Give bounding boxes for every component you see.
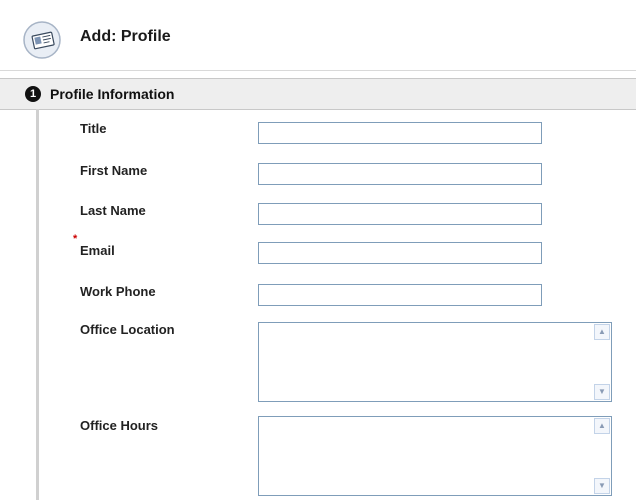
office-location-label: Office Location bbox=[80, 322, 175, 337]
profile-card-icon bbox=[23, 21, 61, 59]
page-header: Add: Profile bbox=[0, 0, 636, 71]
office-location-textarea[interactable] bbox=[258, 322, 612, 402]
title-label: Title bbox=[80, 121, 107, 136]
last-name-label: Last Name bbox=[80, 203, 146, 218]
email-label: Email bbox=[80, 243, 115, 258]
scroll-up-arrow-icon[interactable]: ▲ bbox=[594, 418, 610, 434]
first-name-input[interactable] bbox=[258, 163, 542, 185]
work-phone-label: Work Phone bbox=[80, 284, 156, 299]
page-title: Add: Profile bbox=[80, 28, 171, 45]
scroll-up-arrow-icon[interactable]: ▲ bbox=[594, 324, 610, 340]
office-hours-label: Office Hours bbox=[80, 418, 159, 433]
section-left-rail bbox=[36, 109, 39, 500]
required-marker: * bbox=[73, 233, 78, 245]
section-title: Profile Information bbox=[50, 86, 175, 102]
title-input[interactable] bbox=[258, 122, 542, 144]
section-header: 1 Profile Information bbox=[0, 78, 636, 110]
scroll-down-arrow-icon[interactable]: ▼ bbox=[594, 478, 610, 494]
first-name-label: First Name bbox=[80, 163, 148, 178]
last-name-input[interactable] bbox=[258, 203, 542, 225]
office-hours-textarea[interactable] bbox=[258, 416, 612, 496]
email-input[interactable] bbox=[258, 242, 542, 264]
step-number-badge: 1 bbox=[25, 86, 41, 102]
work-phone-input[interactable] bbox=[258, 284, 542, 306]
scroll-down-arrow-icon[interactable]: ▼ bbox=[594, 384, 610, 400]
